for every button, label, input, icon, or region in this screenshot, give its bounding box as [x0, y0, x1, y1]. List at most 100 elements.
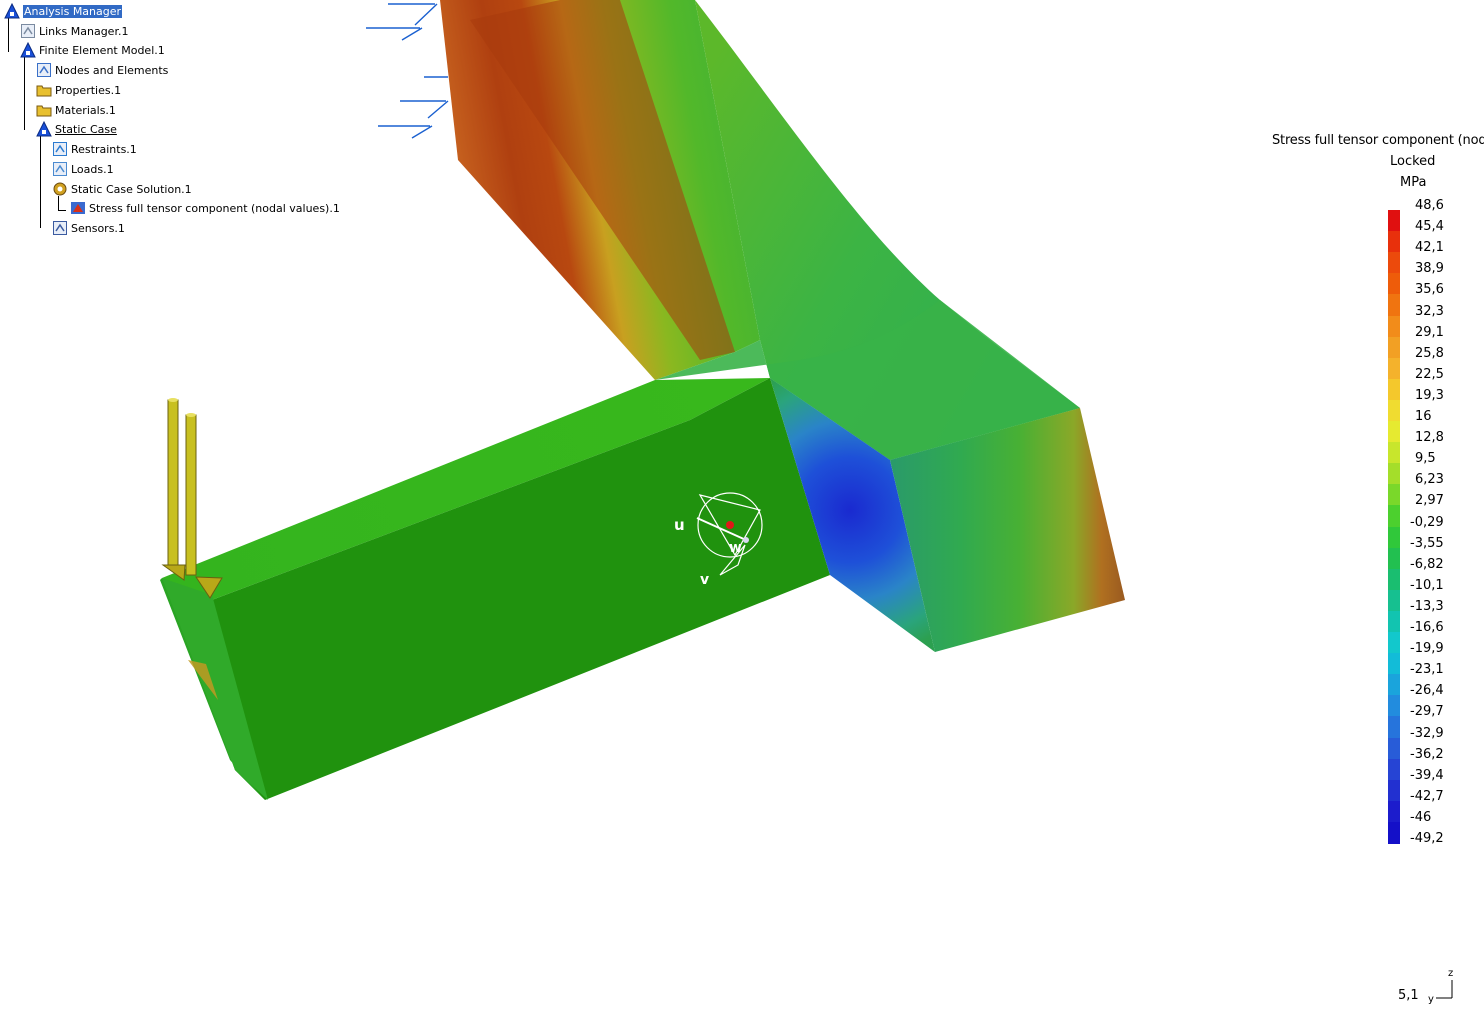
legend-color-swatch [1388, 589, 1400, 612]
tree-node[interactable]: Links Manager.1 [20, 22, 128, 40]
legend-color-swatch [1388, 758, 1400, 781]
legend-color-swatch [1388, 505, 1400, 528]
legend-value: 42,1 [1415, 240, 1444, 256]
legend-color-swatch [1388, 210, 1400, 232]
tree-node[interactable]: Nodes and Elements [36, 61, 168, 79]
legend-color-swatch [1388, 653, 1400, 676]
tree-node[interactable]: Static Case [36, 120, 117, 138]
axis-compass[interactable] [1436, 980, 1453, 999]
sensors-icon [52, 220, 68, 236]
legend-color-swatch [1388, 399, 1400, 422]
tree-node[interactable]: Analysis Manager [4, 2, 124, 20]
tree-node[interactable]: Properties.1 [36, 81, 121, 99]
tree-node[interactable]: Static Case Solution.1 [52, 180, 192, 198]
legend-value: -26,4 [1410, 683, 1444, 699]
legend-value: 45,4 [1415, 219, 1444, 235]
legend-color-swatch [1388, 252, 1400, 275]
legend-color-swatch [1388, 294, 1400, 317]
tree-node-label: Nodes and Elements [55, 63, 169, 77]
legend-value: 16 [1415, 409, 1432, 424]
axis-y-label: y [1428, 994, 1434, 1005]
legend-color-swatch [1388, 821, 1400, 844]
legend-value: -32,9 [1410, 725, 1444, 741]
tree-node-label: Analysis Manager [21, 3, 124, 19]
triad-w-label: w [729, 540, 742, 556]
tree-node[interactable]: Stress full tensor component (nodal valu… [70, 199, 340, 217]
zoom-readout: 5,1 [1398, 988, 1419, 1003]
tree-node-label: Static Case Solution.1 [71, 182, 192, 196]
legend-value: -3,55 [1410, 535, 1444, 551]
legend-color-swatch [1388, 421, 1400, 443]
triad-v-label: v [700, 572, 709, 588]
legend-color-swatch [1388, 568, 1400, 591]
legend-value: 25,8 [1415, 345, 1444, 361]
tree-node[interactable]: Loads.1 [52, 160, 114, 178]
legend-value: -39,4 [1410, 767, 1444, 783]
triad-u-label: u [674, 516, 685, 534]
restraints-icon [52, 141, 68, 157]
legend-value: -13,3 [1410, 598, 1444, 614]
legend-color-swatch [1388, 610, 1400, 633]
finite-element-model-icon [20, 41, 36, 58]
legend-value: -42,7 [1410, 788, 1444, 804]
nodes-elements-icon [36, 62, 52, 78]
solution-gear-icon [52, 181, 68, 197]
legend-color-swatch [1388, 716, 1400, 739]
legend-color-swatch [1388, 463, 1400, 486]
legend-status: Locked [1390, 154, 1436, 169]
tree-node-label: Restraints.1 [71, 142, 137, 156]
links-manager-icon [20, 23, 36, 39]
legend-color-swatch [1388, 547, 1400, 570]
legend-value: -6,82 [1410, 556, 1444, 572]
legend-value: 35,6 [1415, 282, 1444, 298]
static-case-icon [36, 120, 52, 137]
tree-node[interactable]: Sensors.1 [52, 219, 125, 237]
legend-unit: MPa [1400, 175, 1427, 190]
tree-node[interactable]: Materials.1 [36, 101, 116, 119]
legend-value: 48,6 [1415, 198, 1444, 213]
legend-value: 22,5 [1415, 366, 1444, 382]
legend-title: Stress full tensor component (nodal [1272, 133, 1484, 148]
tree-node-label: Static Case [55, 122, 117, 136]
legend-value: -46 [1410, 809, 1432, 825]
legend-value: 38,9 [1415, 261, 1444, 277]
legend-value: 6,23 [1415, 472, 1444, 488]
tree-node-label: Finite Element Model.1 [39, 43, 165, 57]
color-legend[interactable]: Stress full tensor component (nodal Lock… [1260, 132, 1484, 852]
restraint-symbols [366, 3, 449, 139]
legend-value: 19,3 [1415, 387, 1444, 403]
legend-color-swatch [1388, 737, 1400, 760]
tree-node[interactable]: Restraints.1 [52, 140, 137, 158]
folder-icon [36, 102, 52, 118]
legend-value: -29,7 [1410, 704, 1444, 720]
legend-value: 32,3 [1415, 303, 1444, 319]
tree-node-label: Loads.1 [71, 162, 114, 176]
legend-color-swatch [1388, 442, 1400, 465]
legend-value: 12,8 [1415, 430, 1444, 446]
legend-color-swatch [1388, 674, 1400, 697]
stress-image-icon [70, 200, 86, 216]
legend-color-swatch [1388, 779, 1400, 802]
axis-z-label: z [1448, 968, 1453, 979]
legend-color-swatch [1388, 526, 1400, 549]
specification-tree[interactable]: Analysis Manager Links Manager.1 Finite El… [0, 0, 340, 240]
tree-node-label: Stress full tensor component (nodal valu… [89, 201, 340, 215]
folder-icon [36, 82, 52, 98]
tree-node[interactable]: Finite Element Model.1 [20, 41, 165, 59]
legend-color-swatch [1388, 484, 1400, 507]
legend-color-swatch [1388, 695, 1400, 718]
legend-color-swatch [1388, 336, 1400, 359]
legend-value: -10,1 [1410, 577, 1444, 593]
legend-value: -0,29 [1410, 514, 1444, 530]
legend-value: -16,6 [1410, 620, 1444, 635]
legend-value: 9,5 [1415, 451, 1436, 467]
legend-color-swatch [1388, 800, 1400, 823]
legend-value: -23,1 [1410, 662, 1444, 678]
legend-value: -36,2 [1410, 746, 1444, 762]
tree-node-label: Materials.1 [55, 103, 116, 117]
legend-value: 29,1 [1415, 324, 1444, 340]
legend-value: -49,2 [1410, 831, 1444, 846]
legend-color-swatch [1388, 273, 1400, 296]
tree-node-label: Properties.1 [55, 83, 122, 97]
legend-value: 2,97 [1415, 493, 1444, 509]
